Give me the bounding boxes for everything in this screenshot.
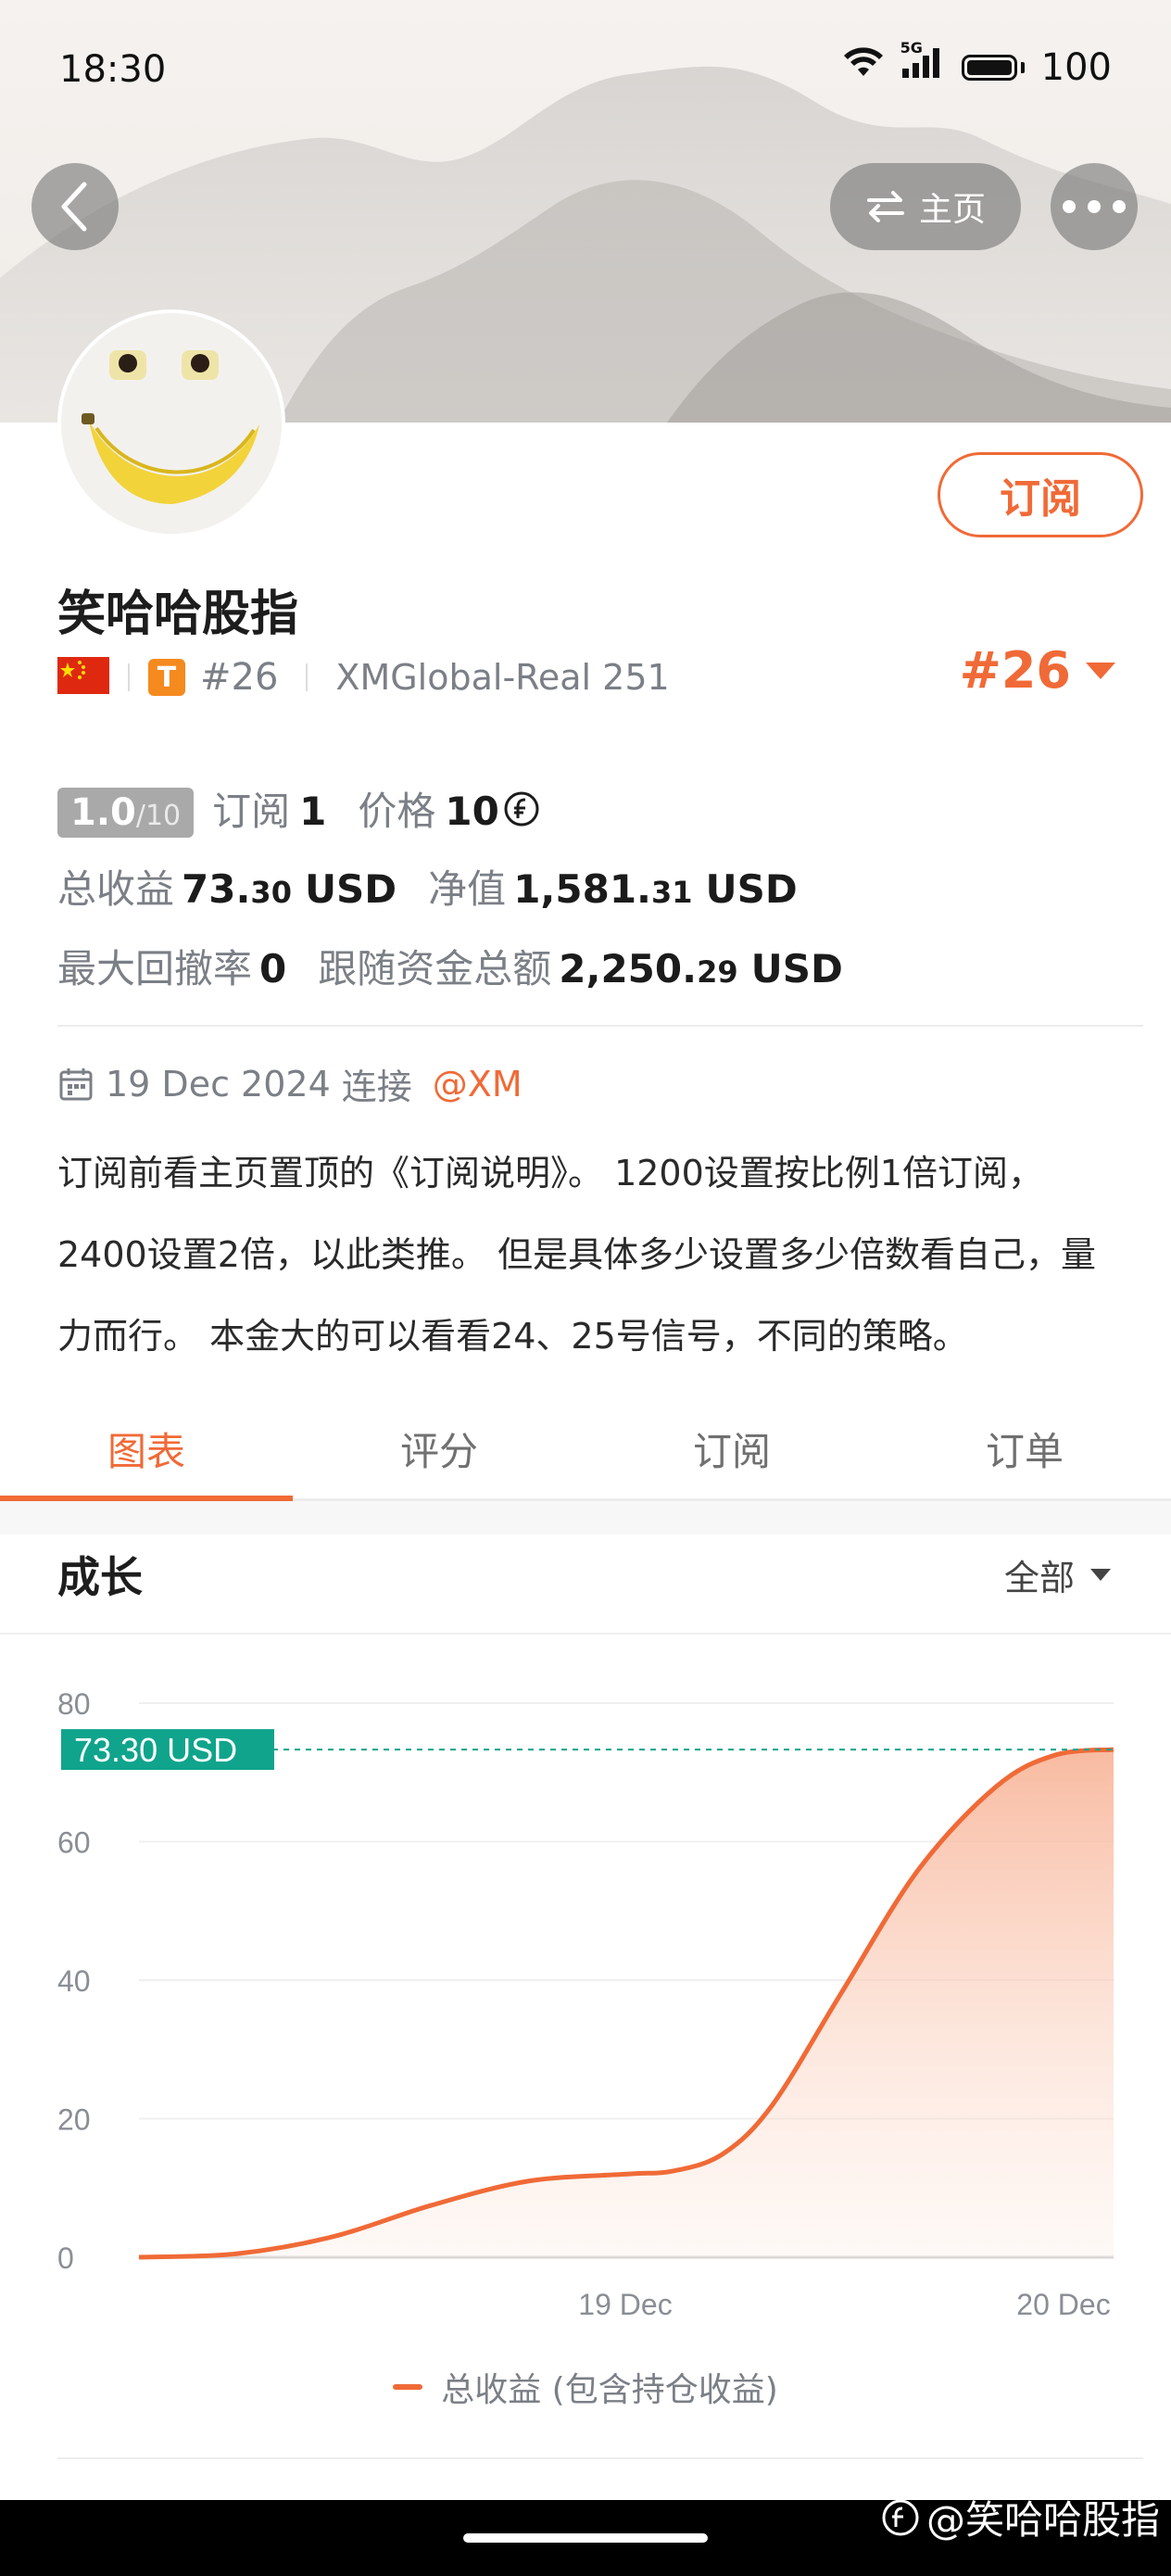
growth-chart: 80 60 40 20 0 73.30 USD 19 Dec 20 Dec: [57, 1687, 1114, 2321]
more-button[interactable]: [1051, 163, 1138, 250]
chart-legend: 总收益 (包含持仓收益): [0, 2363, 1171, 2411]
connection-label: 连接: [341, 1067, 412, 1107]
total-profit-unit: USD: [304, 866, 397, 912]
total-profit-label: 总收益: [57, 866, 175, 912]
y-tick-label: 0: [57, 2241, 74, 2275]
rank-text: #26: [200, 656, 279, 699]
series-area: [139, 1749, 1114, 2257]
swap-icon: [866, 191, 904, 222]
tab-subscribe[interactable]: 订阅: [586, 1399, 878, 1498]
price-label: 价格: [358, 789, 436, 834]
triangle-down-icon: [1086, 662, 1115, 679]
banana-smile-image: [61, 313, 282, 534]
subs-label: 订阅: [212, 789, 291, 834]
x-tick-label: 19 Dec: [578, 2288, 672, 2321]
tab-chart[interactable]: 图表: [0, 1399, 293, 1501]
follow-dec: 29: [697, 954, 738, 990]
tab-orders[interactable]: 订单: [878, 1399, 1171, 1498]
total-profit-int: 73.: [182, 866, 251, 912]
growth-filter-label: 全部: [1003, 1558, 1075, 1598]
subs-value: 1: [299, 789, 327, 834]
profile-name: 笑哈哈股指: [57, 587, 299, 642]
legend-label: 总收益 (包含持仓收益): [441, 2371, 778, 2409]
rank-badge: T: [148, 659, 185, 696]
score-total: /10: [135, 800, 182, 832]
social-logo-icon: [882, 2499, 919, 2536]
tab-rating[interactable]: 评分: [293, 1399, 586, 1498]
price-value: 10: [445, 789, 499, 834]
status-icons: 5G 100: [843, 39, 1112, 89]
description: 订阅前看主页置顶的《订阅说明》。 1200设置按比例1倍订阅，2400设置2倍，…: [57, 1153, 1096, 1357]
y-tick-label: 60: [57, 1826, 91, 1860]
watermark: @笑哈哈股指: [882, 2489, 1160, 2545]
chevron-left-icon: [61, 182, 87, 232]
y-tick-label: 80: [57, 1687, 91, 1721]
network-type: 5G: [900, 39, 923, 57]
subscribe-button[interactable]: 订阅: [938, 452, 1143, 537]
status-time: 18:30: [59, 48, 167, 91]
battery-icon: [961, 55, 1017, 81]
tab-bar: 图表 评分 订阅 订单: [0, 1399, 1171, 1501]
legend-swatch: [393, 2384, 423, 2390]
net-unit: USD: [705, 866, 798, 912]
score-value: 1.0: [70, 791, 136, 834]
china-flag-icon: [57, 657, 109, 698]
stats-row-1: 1.0 /10 订阅 1 价格 10: [57, 780, 540, 838]
cellular-icon: 5G: [900, 39, 945, 89]
follow-int: 2,250.: [559, 946, 698, 991]
profile-meta: T #26 XMGlobal-Real 251: [57, 656, 670, 699]
x-tick-label: 20 Dec: [1016, 2288, 1110, 2321]
meta-divider: [128, 663, 130, 691]
home-label: 主页: [918, 191, 986, 229]
growth-filter-dropdown[interactable]: 全部: [1004, 1549, 1112, 1600]
triangle-down-icon: [1090, 1568, 1111, 1581]
y-tick-label: 40: [57, 1964, 91, 1998]
divider: [0, 1633, 1171, 1635]
score-badge: 1.0 /10: [57, 788, 195, 838]
home-indicator[interactable]: [463, 2533, 708, 2543]
growth-title: 成长: [57, 1552, 143, 1602]
net-int: 1,581.: [513, 866, 651, 912]
home-button[interactable]: 主页: [830, 163, 1021, 250]
broker-link[interactable]: @XM: [433, 1064, 523, 1105]
battery-level: 100: [1040, 46, 1112, 89]
calendar-icon: [59, 1067, 93, 1100]
section-gap: [0, 1501, 1171, 1534]
wifi-icon: [843, 46, 884, 89]
rank-dropdown[interactable]: #26: [960, 641, 1117, 700]
current-value-label: 73.30 USD: [74, 1731, 237, 1769]
account-name: XMGlobal-Real 251: [335, 657, 670, 698]
divider: [57, 2457, 1143, 2459]
net-dec: 31: [651, 875, 693, 910]
avatar[interactable]: [57, 309, 285, 537]
connection-date: 19 Dec 2024: [106, 1063, 331, 1105]
more-dots-icon: [1063, 200, 1126, 213]
follow-label: 跟随资金总额: [318, 946, 552, 991]
connection-row: 19 Dec 2024 连接 @XM: [57, 1058, 523, 1109]
meta-divider: [306, 663, 308, 691]
rank-right-text: #26: [959, 641, 1071, 700]
drawdown-label: 最大回撤率: [57, 946, 253, 991]
follow-unit: USD: [750, 946, 843, 991]
y-tick-label: 20: [57, 2103, 91, 2137]
watermark-text: @笑哈哈股指: [925, 2497, 1160, 2543]
total-profit-dec: 30: [250, 875, 292, 910]
net-label: 净值: [428, 866, 507, 912]
battery-tip: [1020, 62, 1025, 73]
coin-icon: [503, 790, 540, 827]
back-button[interactable]: [31, 163, 119, 250]
stats-row-3: 最大回撤率 0 跟随资金总额 2,250. 29 USD: [57, 938, 843, 994]
drawdown-value: 0: [259, 946, 287, 991]
divider: [57, 1025, 1143, 1027]
stats-row-2: 总收益 73. 30 USD 净值 1,581. 31 USD: [57, 858, 798, 915]
